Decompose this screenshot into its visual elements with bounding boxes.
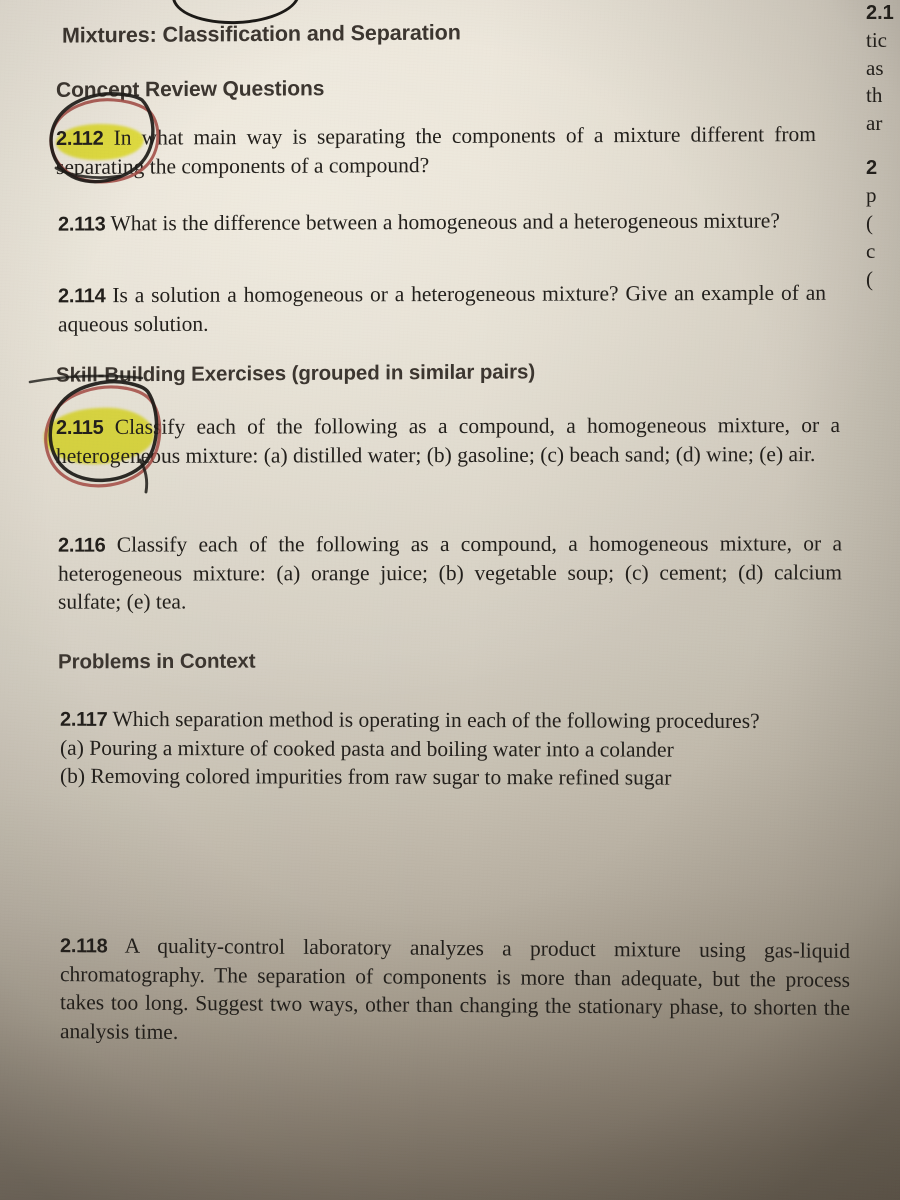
question-number: 2.113: [58, 213, 106, 236]
problems-in-context-heading: Problems in Context: [58, 649, 256, 674]
question-2116: 2.116 Classify each of the following as …: [58, 529, 842, 616]
text-column: Mixtures: Classification and Separation …: [56, 0, 850, 1200]
right-fragment: as: [866, 55, 884, 80]
question-text: A quality-control laboratory analyzes a …: [60, 933, 850, 1044]
question-2114: 2.114 Is a solution a homogeneous or a h…: [58, 279, 826, 339]
right-fragment: ar: [866, 111, 883, 136]
right-fragment: c: [866, 238, 876, 263]
question-subpart-b: (b) Removing colored impurities from raw…: [60, 763, 672, 790]
question-2112: 2.112 In what main way is separating the…: [56, 120, 816, 181]
right-fragment: 2.1: [866, 2, 894, 24]
right-fragment: (: [866, 210, 873, 235]
question-subpart-a: (a) Pouring a mixture of cooked pasta an…: [60, 735, 674, 762]
running-head: Mixtures: Classification and Separation: [62, 20, 461, 48]
question-number: 2.114: [58, 285, 106, 308]
question-text: Classify each of the following as a comp…: [56, 412, 840, 468]
question-number: 2.116: [58, 534, 106, 557]
right-fragment: tic: [866, 27, 887, 52]
question-number: 2.117: [60, 708, 108, 731]
skill-building-heading: Skill-Building Exercises (grouped in sim…: [56, 360, 536, 387]
textbook-page-photo: Mixtures: Classification and Separation …: [0, 0, 900, 1200]
right-fragment: (: [866, 266, 873, 291]
cut-off-right-column: 2.1 tic as th ar 2 p ( c (: [866, 0, 900, 400]
question-2117: 2.117 Which separation method is operati…: [60, 705, 850, 793]
question-2118: 2.118 A quality-control laboratory analy…: [60, 931, 850, 1051]
question-2115: 2.115 Classify each of the following as …: [56, 411, 840, 470]
question-number: 2.118: [60, 935, 108, 958]
concept-review-heading: Concept Review Questions: [56, 77, 325, 102]
question-2113: 2.113 What is the difference between a h…: [58, 206, 800, 238]
right-fragment: 2: [866, 157, 878, 180]
right-fragment: th: [866, 83, 883, 108]
question-text: What is the difference between a homogen…: [110, 208, 780, 236]
right-fragment: p: [866, 182, 877, 207]
question-text: Which separation method is operating in …: [112, 706, 760, 733]
question-text: Is a solution a homogeneous or a heterog…: [58, 280, 827, 336]
question-number: 2.115: [56, 416, 104, 440]
question-text: Classify each of the following as a comp…: [58, 531, 842, 614]
column-gap: [866, 138, 900, 155]
question-number: 2.112: [56, 127, 104, 150]
question-text: In what main way is separating the compo…: [56, 122, 817, 179]
